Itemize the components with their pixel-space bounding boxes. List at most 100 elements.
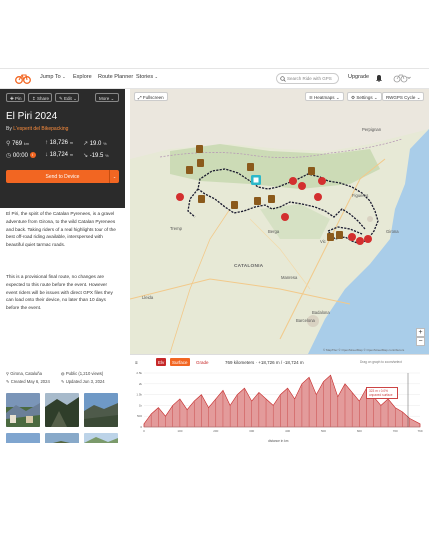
more-button[interactable]: More ⌄ — [95, 93, 119, 102]
x-tick-label: 200 — [213, 429, 218, 433]
route-photo[interactable] — [6, 393, 40, 427]
gear-icon: ⚙ — [351, 94, 356, 100]
author-link[interactable]: L'esperit del Bikepacking — [13, 126, 68, 132]
arrow-down-icon: ↓ — [45, 152, 48, 158]
edit-icon: ✎ — [59, 95, 63, 101]
nav-route-planner[interactable]: Route Planner — [98, 74, 133, 80]
send-to-device-label: Send to Device — [45, 173, 80, 180]
route-photo[interactable] — [84, 393, 118, 427]
grade-down-icon: ↘ — [83, 153, 89, 159]
zoom-in-button[interactable]: + — [416, 328, 425, 337]
pin-icon: ✚ — [10, 95, 14, 101]
search-placeholder: Search Ride with GPS — [287, 76, 332, 81]
chevron-down-icon: ⌄ — [73, 95, 77, 101]
x-tick-label: 0 — [143, 429, 145, 433]
share-button[interactable]: ↥ Share — [28, 93, 52, 102]
fullscreen-button[interactable]: ⤢ Fullscreen — [134, 92, 168, 101]
arrow-up-icon: ↑ — [45, 140, 48, 146]
created-meta: ✎ Created May 6, 2024 — [6, 379, 50, 384]
pin-button[interactable]: ✚ Pin — [6, 93, 25, 102]
chevron-down-icon: ⌄ — [62, 74, 66, 79]
map-settings-label: Settings — [356, 94, 373, 100]
globe-icon: ◍ — [61, 371, 65, 376]
map-label-tremp: Tremp — [170, 226, 182, 231]
route-photo[interactable] — [84, 433, 118, 443]
x-tick-label: 400 — [285, 429, 290, 433]
updated-meta: ✎ Updated Jun 3, 2024 — [61, 379, 105, 384]
max-grade-value: 19.0 — [89, 141, 102, 147]
nav-explore[interactable]: Explore — [73, 74, 92, 80]
elevation-chart[interactable]: 2.5k 2k 1.5k 1k 500 00 100 200 300 400 500 600 700 76… — [130, 369, 429, 439]
route-photo[interactable] — [45, 393, 79, 427]
time-stat: ◷ 00:00 i — [6, 152, 36, 159]
route-map[interactable]: Perpignan Figueres Tremp Berga Vic Giron… — [130, 89, 429, 354]
chevron-down-icon: ⌄ — [335, 94, 340, 100]
route-photo[interactable] — [6, 433, 40, 443]
search-input[interactable]: Search Ride with GPS — [276, 72, 339, 84]
map-type-select[interactable]: RWGPS Cycle ⌄ — [382, 92, 425, 101]
visibility-meta: ◍ Public (1,210 views) — [61, 371, 103, 376]
top-nav: Jump To ⌄ Explore Route Planner Stories … — [0, 69, 429, 89]
route-byline: By L'esperit del Bikepacking — [6, 126, 68, 132]
edit-label: Edit — [64, 95, 72, 101]
nav-jump-to[interactable]: Jump To ⌄ — [40, 74, 66, 80]
nav-stories[interactable]: Stories ⌄ — [136, 74, 158, 80]
fullscreen-label: Fullscreen — [142, 94, 164, 100]
elevation-menu-icon[interactable]: ≡ — [133, 358, 141, 366]
map-label-barcelona: Barcelona — [296, 318, 315, 323]
zoom-out-button[interactable]: − — [416, 337, 425, 346]
heatmaps-label: Heatmaps — [314, 94, 335, 100]
route-description-2: This is a provisional final route, no ch… — [6, 274, 113, 311]
max-grade-unit: % — [103, 141, 107, 146]
tab-grade[interactable]: Grade — [194, 358, 211, 366]
nav-stories-label: Stories — [136, 74, 154, 80]
map-label-perpignan: Perpignan — [362, 127, 382, 132]
map-settings-button[interactable]: ⚙ Settings ⌄ — [347, 92, 382, 101]
updated-value: Updated Jun 3, 2024 — [65, 379, 105, 384]
upgrade-link[interactable]: Upgrade — [348, 74, 369, 80]
grade-up-icon: ↗ — [83, 141, 89, 147]
chevron-down-icon[interactable]: ⌄ — [109, 170, 119, 183]
share-label: Share — [37, 95, 50, 101]
chevron-down-icon: ⌄ — [373, 94, 378, 100]
tab-surface[interactable]: Surface — [170, 358, 190, 366]
map-label-badalona: Badalona — [312, 310, 330, 315]
y-tick-label: 500 — [137, 414, 142, 418]
heatmaps-button[interactable]: ≋ Heatmaps ⌄ — [305, 92, 344, 101]
map-type-value: RWGPS Cycle — [386, 94, 416, 100]
rwgps-logo-icon[interactable] — [15, 72, 31, 84]
distance-icon: ⚲ — [6, 141, 11, 147]
send-to-device-button[interactable]: Send to Device ⌄ — [6, 170, 119, 183]
elevation-tooltip: 323 m • 0.0% unpaved surface — [366, 387, 398, 399]
y-tick-label: 2.5k — [136, 371, 142, 375]
route-header: ✚ Pin ↥ Share ✎ Edit ⌄ More ⌄ El Piri 20… — [0, 89, 125, 208]
route-photo[interactable] — [45, 433, 79, 443]
bell-icon[interactable] — [376, 74, 382, 82]
y-tick-label: 0 — [140, 425, 142, 429]
pin-label: Pin — [15, 95, 22, 101]
x-tick-label: 600 — [357, 429, 362, 433]
x-axis-label: distance in km — [268, 439, 289, 443]
location-value: Girona, Cataluña — [10, 371, 42, 376]
time-value: 00:00 — [12, 153, 28, 159]
visibility-value: Public (1,210 views) — [65, 371, 104, 376]
map-label-manresa: Manresa — [281, 275, 298, 280]
elevation-area — [143, 374, 421, 428]
elevation-hint: Drag on graph to zoom/select — [360, 360, 402, 364]
layers-icon: ≋ — [309, 94, 313, 100]
x-tick-label: 100 — [177, 429, 182, 433]
map-canvas — [130, 89, 429, 354]
elevation-summary: 769 kilometers · +18,726 m / -18,724 m — [225, 359, 304, 365]
user-avatar-icon[interactable] — [393, 73, 411, 83]
edit-button[interactable]: ✎ Edit ⌄ — [55, 93, 79, 102]
info-icon: i — [29, 152, 36, 159]
created-value: Created May 6, 2024 — [10, 379, 50, 384]
max-grade-stat: ↗ 19.0 % — [83, 140, 107, 147]
map-label-catalonia: CATALONIA — [234, 264, 264, 269]
y-tick-label: 2k — [139, 382, 143, 386]
tab-elevation[interactable]: Elv — [156, 358, 167, 366]
elevation-panel: ≡ Elv Surface Grade 769 kilometers · +18… — [130, 354, 429, 443]
elev-loss-unit: m — [69, 152, 74, 157]
location-meta: ⚲ Girona, Cataluña — [6, 371, 42, 376]
nav-jump-to-label: Jump To — [40, 74, 61, 80]
